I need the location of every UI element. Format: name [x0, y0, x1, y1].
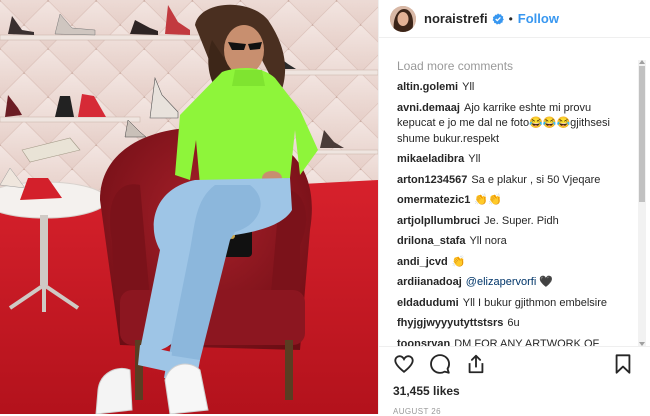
comment-item: drilona_stafa Yll nora	[397, 234, 628, 250]
comment-username[interactable]: andi_jcvd	[397, 256, 448, 268]
post-header: noraistrefi • Follow	[379, 0, 650, 38]
post-sidebar: noraistrefi • Follow Load more comments …	[378, 0, 650, 416]
action-bar	[393, 349, 636, 379]
bookmark-icon[interactable]	[612, 353, 634, 375]
comment-text: 6u	[507, 317, 520, 329]
likes-count[interactable]: 31,455 likes	[393, 384, 636, 398]
comment-item: mikaeladibra Yll	[397, 152, 628, 168]
comment-username[interactable]: toonsryan	[397, 338, 450, 347]
comment-username[interactable]: artjolpllumbruci	[397, 215, 480, 227]
post-footer: 31,455 likes AUGUST 26	[379, 346, 650, 416]
comment-text: 👏👏	[474, 194, 502, 206]
comment-mention[interactable]: @elizapervorfi	[466, 276, 536, 288]
comment-username[interactable]: omermatezic1	[397, 194, 470, 206]
comment-item: eldadudumi Yll I bukur gjithmon embelsire	[397, 296, 628, 312]
avatar[interactable]	[390, 5, 416, 32]
avatar-image	[390, 5, 416, 32]
load-more-comments-button[interactable]: Load more comments	[397, 59, 628, 73]
comment-username[interactable]: eldadudumi	[397, 297, 459, 309]
comment-username[interactable]: avni.demaaj	[397, 102, 460, 114]
comment-item: andi_jcvd 👏	[397, 255, 628, 271]
scroll-up-arrow-icon[interactable]	[639, 60, 645, 64]
comments-list[interactable]: Load more comments altin.golemi Yll avni.d…	[379, 38, 638, 346]
comment-username[interactable]: fhyjgjwyyyutyttstsrs	[397, 317, 503, 329]
comment-item: artjolpllumbruci Je. Super. Pidh	[397, 214, 628, 230]
comment-icon[interactable]	[429, 353, 451, 375]
comment-text: Yll	[462, 81, 475, 93]
verified-badge-icon	[492, 12, 504, 25]
share-icon[interactable]	[465, 353, 487, 375]
comment-text: Yll nora	[469, 235, 507, 247]
comment-item: omermatezic1 👏👏	[397, 193, 628, 209]
comment-text: 👏	[451, 255, 466, 268]
post-image	[0, 0, 378, 414]
comment-text: Yll I bukur gjithmon embelsire	[462, 296, 608, 309]
comment-item: altin.golemi Yll	[397, 80, 628, 96]
comment-username[interactable]: ardiianadoaj	[397, 276, 462, 288]
comment-item: avni.demaaj Ajo karrike eshte mi provu ke…	[397, 101, 628, 148]
post-photo[interactable]	[0, 0, 378, 414]
follow-button[interactable]: Follow	[518, 11, 559, 26]
comment-item: ardiianadoaj @elizapervorfi 🖤	[397, 275, 628, 291]
scrollbar-thumb[interactable]	[639, 66, 645, 202]
comment-username[interactable]: mikaeladibra	[397, 153, 464, 165]
comment-username[interactable]: altin.golemi	[397, 81, 458, 93]
comment-text: Yll	[468, 153, 481, 165]
comments-scrollbar[interactable]	[638, 60, 646, 346]
comment-text: Je. Super. Pidh	[484, 214, 559, 227]
separator-dot: •	[508, 11, 513, 26]
instagram-post: noraistrefi • Follow Load more comments …	[0, 0, 650, 416]
username[interactable]: noraistrefi	[424, 11, 488, 26]
comment-item: toonsryan DM FOR ANY ARTWORK OF	[397, 337, 628, 347]
comment-username[interactable]: drilona_stafa	[397, 235, 465, 247]
comment-item: arton1234567 Sa e plakur , si 50 Vjeqare	[397, 173, 628, 189]
comment-item: fhyjgjwyyyutyttstsrs 6u	[397, 316, 628, 332]
comment-text: Sa e plakur , si 50 Vjeqare	[471, 173, 601, 186]
comment-text: 🖤	[539, 276, 554, 288]
heart-icon[interactable]	[393, 353, 415, 375]
comment-username[interactable]: arton1234567	[397, 174, 467, 186]
comment-text: DM FOR ANY ARTWORK OF	[454, 337, 600, 347]
post-date[interactable]: AUGUST 26	[393, 407, 636, 416]
